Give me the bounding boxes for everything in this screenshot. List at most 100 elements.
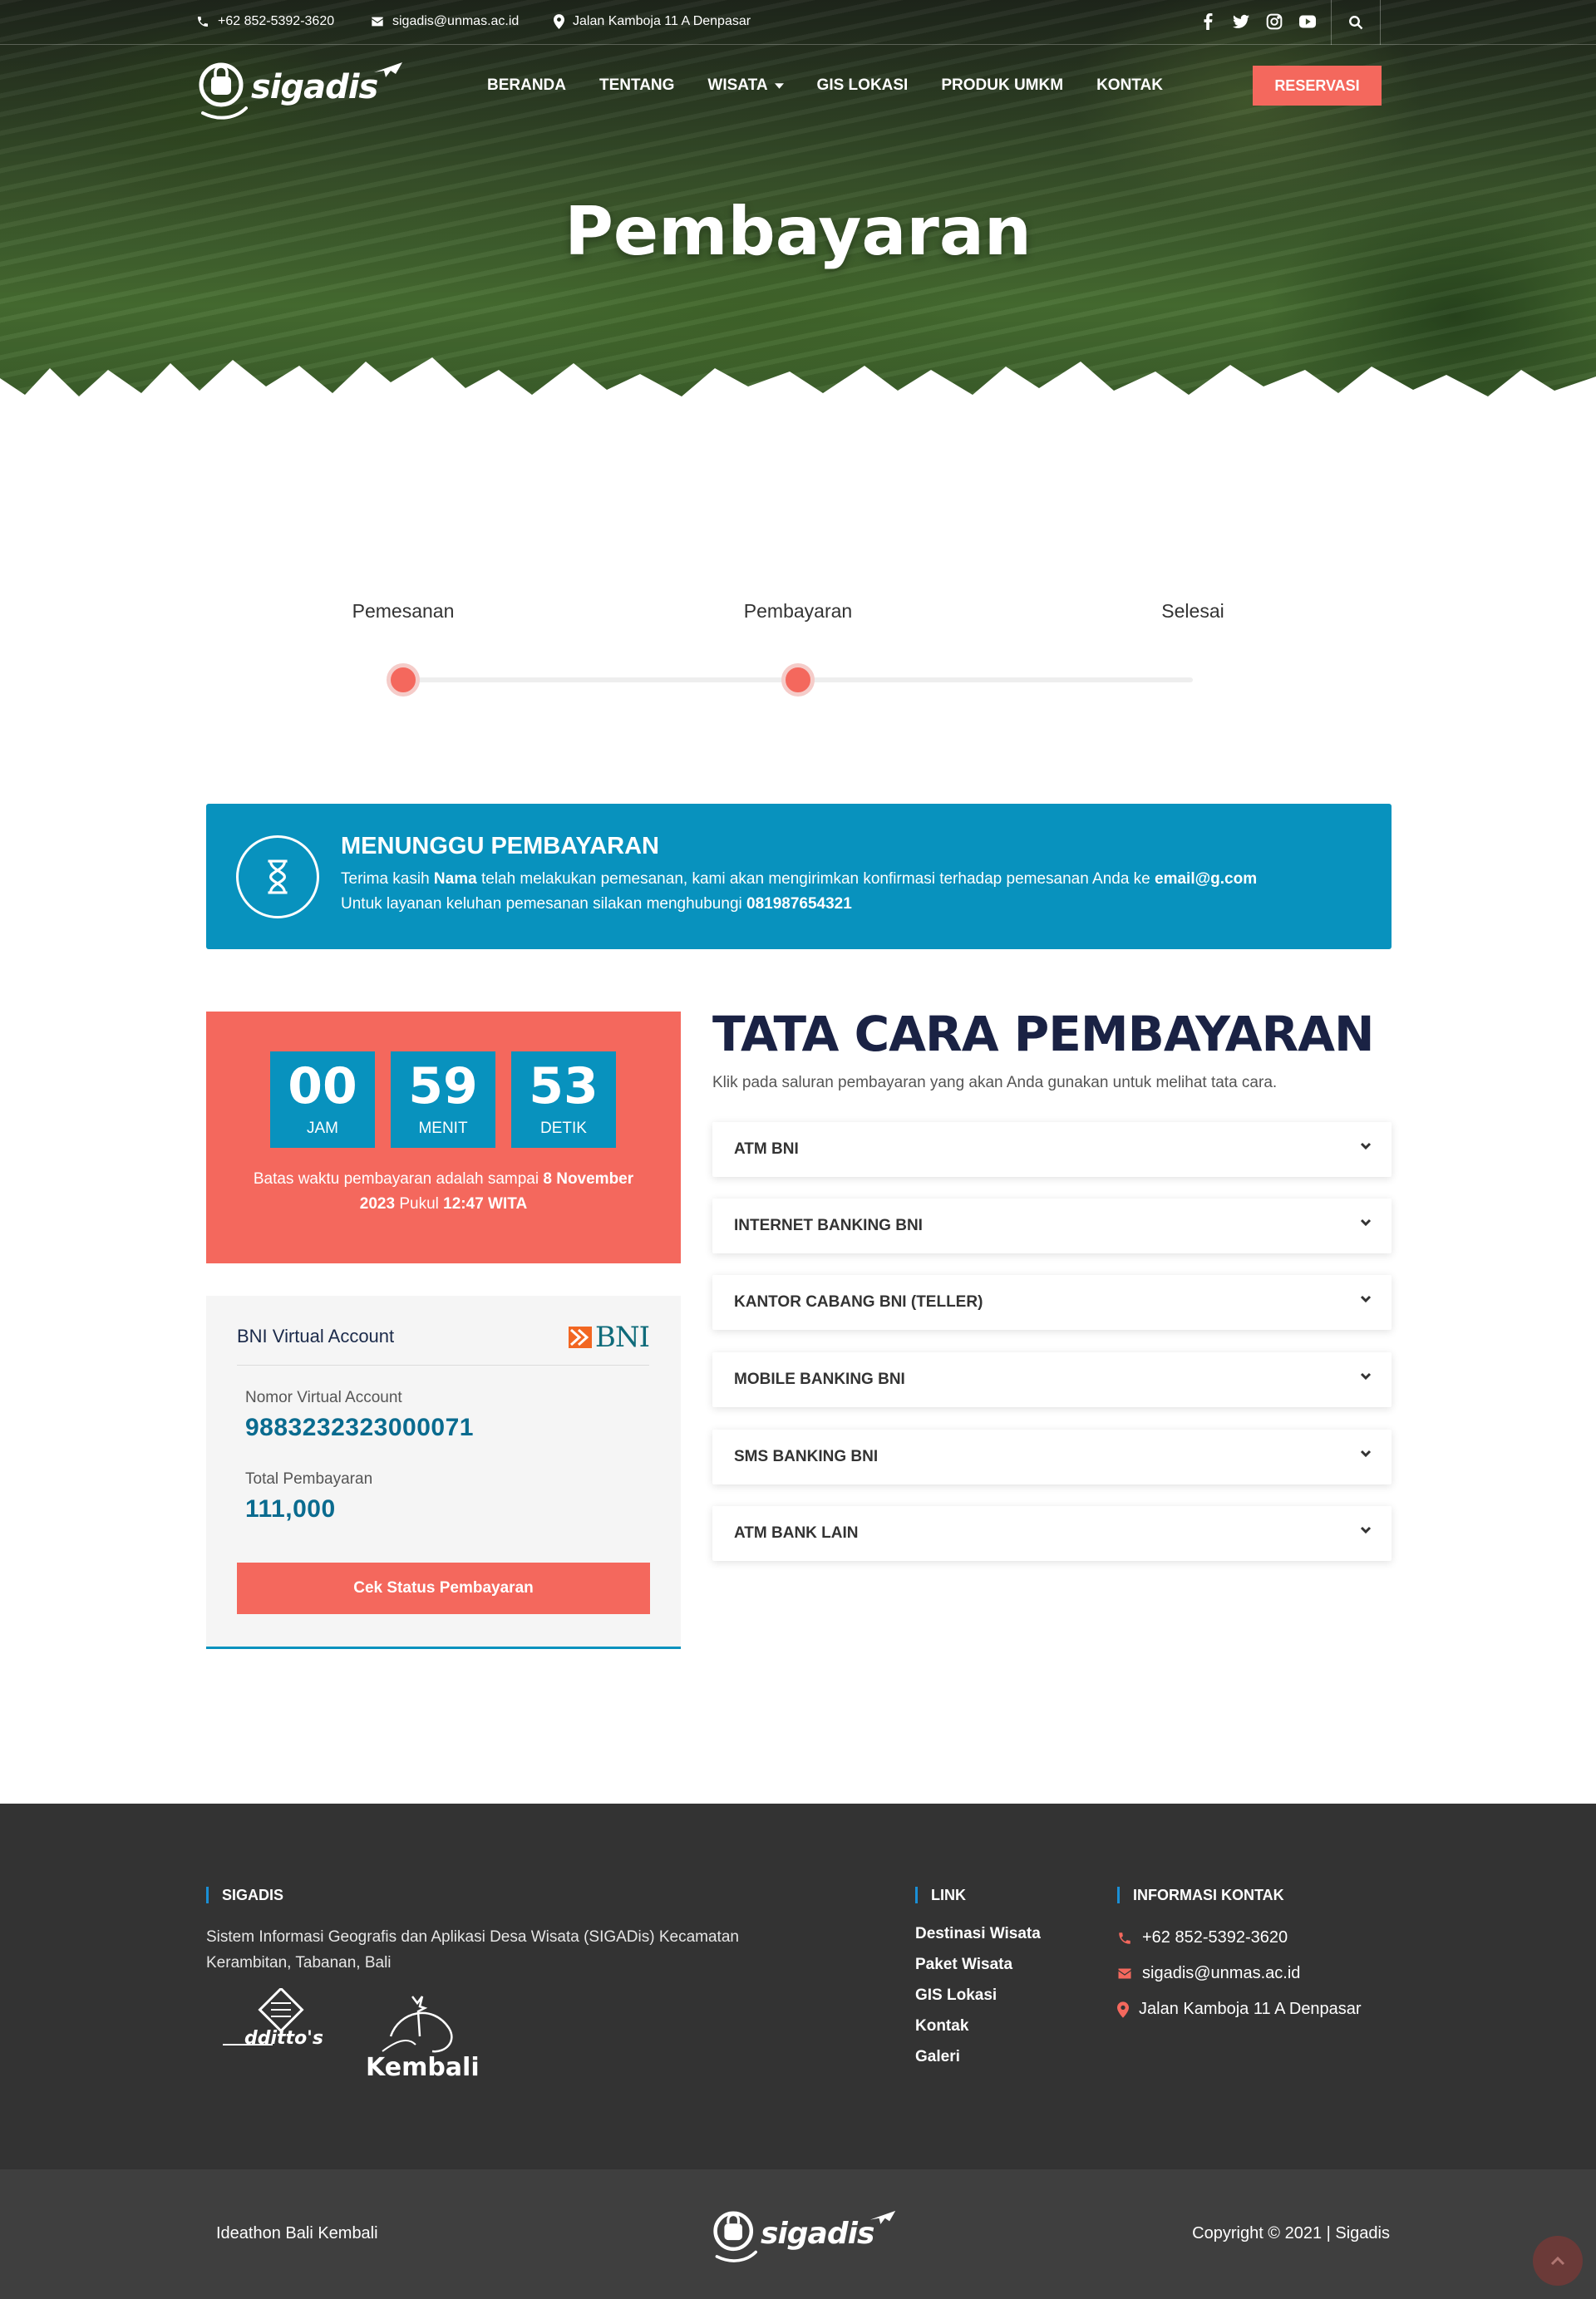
- nav-item-tentang[interactable]: TENTANG: [599, 76, 674, 95]
- contact-email-text: sigadis@unmas.ac.id: [1142, 1964, 1301, 1982]
- nav-item-wisata[interactable]: WISATA: [707, 76, 784, 95]
- hero-header: +62 852-5392-3620 sigadis@unmas.ac.id Ja…: [0, 0, 1596, 436]
- brush-divider: [0, 357, 1596, 436]
- step-label-pemesanan: Pemesanan: [352, 600, 455, 622]
- envelope-icon: [372, 17, 383, 27]
- check-status-button[interactable]: Cek Status Pembayaran: [237, 1563, 650, 1614]
- footer-link-paket-wisata[interactable]: Paket Wisata: [915, 1956, 1041, 1974]
- phone-icon: [198, 17, 208, 27]
- deadline-text: Batas waktu pembayaran adalah sampai: [253, 1170, 544, 1188]
- countdown-hours: 00 JAM: [270, 1051, 375, 1148]
- nav-item-produk-umkm[interactable]: PRODUK UMKM: [941, 76, 1063, 95]
- search-button[interactable]: [1331, 0, 1381, 45]
- accordion-sms-banking-bni[interactable]: SMS BANKING BNI: [712, 1430, 1392, 1484]
- status-title: MENUNGGU PEMBAYARAN: [341, 833, 659, 859]
- accordion-label: SMS BANKING BNI: [734, 1448, 879, 1465]
- seconds-label: DETIK: [540, 1120, 587, 1137]
- footer-link-gis-lokasi[interactable]: GIS Lokasi: [915, 1986, 1041, 2005]
- social-links: [1199, 12, 1316, 32]
- chevron-down-icon: [1360, 1526, 1372, 1534]
- footer-contact-address: Jalan Kamboja 11 A Denpasar: [1117, 2000, 1362, 2019]
- topbar-phone[interactable]: +62 852-5392-3620: [196, 14, 334, 29]
- bottom-bar: Ideathon Bali Kembali sigadis Copyright …: [0, 2169, 1596, 2299]
- footer-link-galeri[interactable]: Galeri: [915, 2048, 1041, 2066]
- partner-logo-bali-kembali: Kembali: [366, 1988, 480, 2088]
- facebook-icon[interactable]: [1199, 12, 1216, 32]
- footer-link-destinasi-wisata[interactable]: Destinasi Wisata: [915, 1925, 1041, 1943]
- twitter-icon[interactable]: [1233, 12, 1249, 32]
- bni-logo: BNI: [568, 1321, 650, 1354]
- bni-logo-text: BNI: [594, 1321, 650, 1354]
- airplane-icon: [374, 62, 403, 77]
- instagram-icon[interactable]: [1266, 12, 1283, 32]
- search-icon: [1349, 16, 1363, 30]
- nav-item-kontak[interactable]: KONTAK: [1096, 76, 1163, 95]
- footer-contact-email[interactable]: sigadis@unmas.ac.id: [1117, 1964, 1300, 1983]
- footer-link-kontak[interactable]: Kontak: [915, 2017, 1041, 2036]
- nav-item-beranda[interactable]: BERANDA: [487, 76, 566, 95]
- footer-links: Destinasi Wisata Paket Wisata GIS Lokasi…: [915, 1925, 1041, 2079]
- hourglass-icon: [236, 835, 319, 918]
- footer-about-text: Sistem Informasi Geografis dan Aplikasi …: [206, 1928, 739, 1972]
- logo-text: sigadis: [251, 68, 378, 106]
- caret-down-icon: [774, 82, 784, 89]
- accordion-kantor-cabang-bni[interactable]: KANTOR CABANG BNI (TELLER): [712, 1275, 1392, 1330]
- site-logo[interactable]: sigadis: [198, 52, 404, 123]
- accordion-internet-banking-bni[interactable]: INTERNET BANKING BNI: [712, 1199, 1392, 1253]
- status-contact: Untuk layanan keluhan pemesanan silakan …: [341, 895, 852, 913]
- accordion-mobile-banking-bni[interactable]: MOBILE BANKING BNI: [712, 1352, 1392, 1407]
- total-label: Total Pembayaran: [245, 1470, 373, 1488]
- airplane-icon: [870, 2210, 896, 2224]
- main-navbar: sigadis BERANDA TENTANG WISATA GIS LOKAS…: [0, 45, 1596, 128]
- footer-links-title: LINK: [915, 1887, 966, 1903]
- hours-value: 00: [288, 1057, 357, 1115]
- map-marker-icon: [554, 14, 564, 29]
- va-card-header: BNI Virtual Account BNI: [237, 1321, 650, 1366]
- topbar-email[interactable]: sigadis@unmas.ac.id: [371, 14, 519, 29]
- instructions-title: TATA CARA PEMBAYARAN: [712, 1006, 1375, 1062]
- site-footer: SIGADIS Sistem Informasi Geografis dan A…: [0, 1804, 1596, 2169]
- va-number-label: Nomor Virtual Account: [245, 1389, 402, 1406]
- minutes-value: 59: [408, 1057, 478, 1115]
- map-marker-icon: [1117, 2001, 1129, 2018]
- status-message: Terima kasih Nama telah melakukan pemesa…: [341, 870, 1257, 889]
- nav-item-wisata-label: WISATA: [707, 76, 768, 94]
- countdown-seconds: 53 DETIK: [511, 1051, 616, 1148]
- support-phone: 081987654321: [746, 895, 852, 913]
- accordion-label: ATM BANK LAIN: [734, 1524, 859, 1542]
- chevron-down-icon: [1360, 1142, 1372, 1150]
- total-amount: 111,000: [245, 1495, 336, 1523]
- copyright-text: Copyright © 2021 | Sigadis: [1192, 2224, 1390, 2242]
- dittos-logo-icon: [223, 1986, 304, 2045]
- payment-status-banner: MENUNGGU PEMBAYARAN Terima kasih Nama te…: [206, 804, 1392, 949]
- bottom-left-text: Ideathon Bali Kembali: [216, 2224, 378, 2242]
- accordion-atm-bni[interactable]: ATM BNI: [712, 1122, 1392, 1177]
- accordion-label: INTERNET BANKING BNI: [734, 1217, 923, 1234]
- reservasi-button[interactable]: RESERVASI: [1253, 66, 1382, 106]
- bni-mark-icon: [568, 1327, 592, 1348]
- minutes-label: MENIT: [418, 1120, 468, 1137]
- va-title: BNI Virtual Account: [237, 1326, 395, 1346]
- topbar-address-text: Jalan Kamboja 11 A Denpasar: [573, 14, 751, 28]
- back-to-top-button[interactable]: [1533, 2236, 1583, 2286]
- accordion-label: MOBILE BANKING BNI: [734, 1371, 905, 1388]
- accordion-atm-bank-lain[interactable]: ATM BANK LAIN: [712, 1506, 1392, 1561]
- chevron-down-icon: [1360, 1218, 1372, 1227]
- map-bag-logo-icon: [199, 62, 248, 120]
- status-contact-text: Untuk layanan keluhan pemesanan silakan …: [341, 895, 747, 913]
- footer-logo[interactable]: sigadis: [712, 2201, 897, 2266]
- nav-item-gis-lokasi[interactable]: GIS LOKASI: [817, 76, 909, 95]
- partner-logo-dittos: dditto's: [223, 1986, 339, 2067]
- booking-stepper: Pemesanan Pembayaran Selesai: [0, 582, 1596, 706]
- footer-contact-title: INFORMASI KONTAK: [1117, 1887, 1284, 1903]
- deadline-text-2: Pukul: [395, 1195, 444, 1213]
- youtube-icon[interactable]: [1299, 12, 1316, 32]
- footer-contact-phone[interactable]: +62 852-5392-3620: [1117, 1928, 1288, 1947]
- footer-logo-text: sigadis: [761, 2216, 874, 2251]
- topbar-email-text: sigadis@unmas.ac.id: [392, 14, 520, 28]
- accordion-label: KANTOR CABANG BNI (TELLER): [734, 1293, 983, 1311]
- accordion-label: ATM BNI: [734, 1140, 799, 1158]
- hours-label: JAM: [307, 1120, 338, 1137]
- status-message-text: Terima kasih: [341, 870, 434, 888]
- payment-countdown: 00 JAM 59 MENIT 53 DETIK Batas waktu pem…: [206, 1012, 681, 1263]
